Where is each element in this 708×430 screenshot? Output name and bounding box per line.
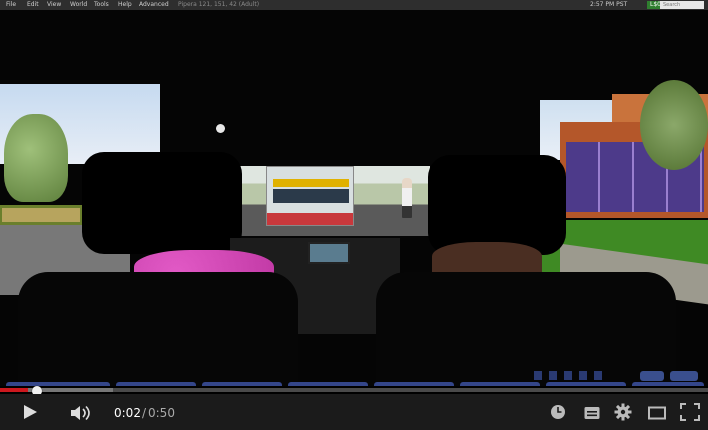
menu-edit: Edit <box>27 1 39 8</box>
play-icon <box>24 405 37 419</box>
headrest-right <box>428 155 566 255</box>
stone-wall <box>2 208 80 222</box>
sl-tab <box>632 382 704 386</box>
sl-stand-button <box>670 371 698 381</box>
bus-window <box>273 189 349 203</box>
media-play-icon <box>579 371 588 380</box>
pedestrian <box>402 178 412 218</box>
sl-search-field: Search <box>660 1 704 9</box>
theater-mode-button[interactable] <box>648 405 666 420</box>
bus-bumper <box>267 213 353 225</box>
menu-help: Help <box>118 1 132 8</box>
progress-played <box>0 388 28 392</box>
volume-button[interactable] <box>70 405 94 421</box>
sl-tab <box>116 382 196 386</box>
current-time: 0:02 <box>114 406 141 420</box>
menu-advanced: Advanced <box>139 1 169 8</box>
play-icon <box>549 371 558 380</box>
watch-later-button[interactable] <box>550 404 566 420</box>
time-separator: / <box>142 406 147 420</box>
seat-right <box>376 272 676 386</box>
volume-slider-icon <box>594 371 603 380</box>
tree-right <box>640 80 708 170</box>
captions-button[interactable] <box>584 405 600 419</box>
bus <box>266 166 354 226</box>
duration: 0:50 <box>148 406 175 420</box>
menu-file: File <box>6 1 17 8</box>
sl-tab <box>288 382 368 386</box>
menu-tools: Tools <box>94 1 109 8</box>
tree-left <box>4 114 68 202</box>
fullscreen-button[interactable] <box>680 403 700 421</box>
theater-icon <box>648 406 666 420</box>
clock-icon <box>551 405 565 419</box>
bus-sign <box>273 179 349 187</box>
sl-tab <box>6 382 110 386</box>
player-controls: 0:02 / 0:50 <box>0 394 708 430</box>
settings-button[interactable] <box>614 403 632 421</box>
dashboard-screen <box>308 242 350 264</box>
fullscreen-icon <box>680 403 700 421</box>
volume-icon <box>71 405 90 421</box>
sl-chat-button <box>640 371 664 381</box>
captions-icon <box>584 407 600 419</box>
sl-tab <box>374 382 454 386</box>
sl-tab <box>202 382 282 386</box>
sl-menubar: File Edit View World Tools Help Advanced… <box>0 0 708 10</box>
video-player[interactable]: File Edit View World Tools Help Advanced… <box>0 0 708 430</box>
sl-tab <box>460 382 540 386</box>
stop-icon <box>564 371 573 380</box>
sl-location: Pipera 121, 151, 42 (Adult) <box>178 1 260 8</box>
seat-left <box>18 272 298 386</box>
video-frame[interactable] <box>0 10 708 386</box>
interior-light <box>216 124 225 133</box>
progress-bar[interactable] <box>0 388 708 392</box>
play-button[interactable] <box>22 404 38 420</box>
sl-tab <box>546 382 626 386</box>
music-icon <box>534 371 542 380</box>
sl-bottom-tabs <box>6 382 706 386</box>
menu-view: View <box>47 1 62 8</box>
sl-clock: 2:57 PM PST <box>590 1 628 8</box>
menu-world: World <box>70 1 88 8</box>
gear-icon <box>614 403 632 421</box>
headrest-left <box>82 152 242 254</box>
